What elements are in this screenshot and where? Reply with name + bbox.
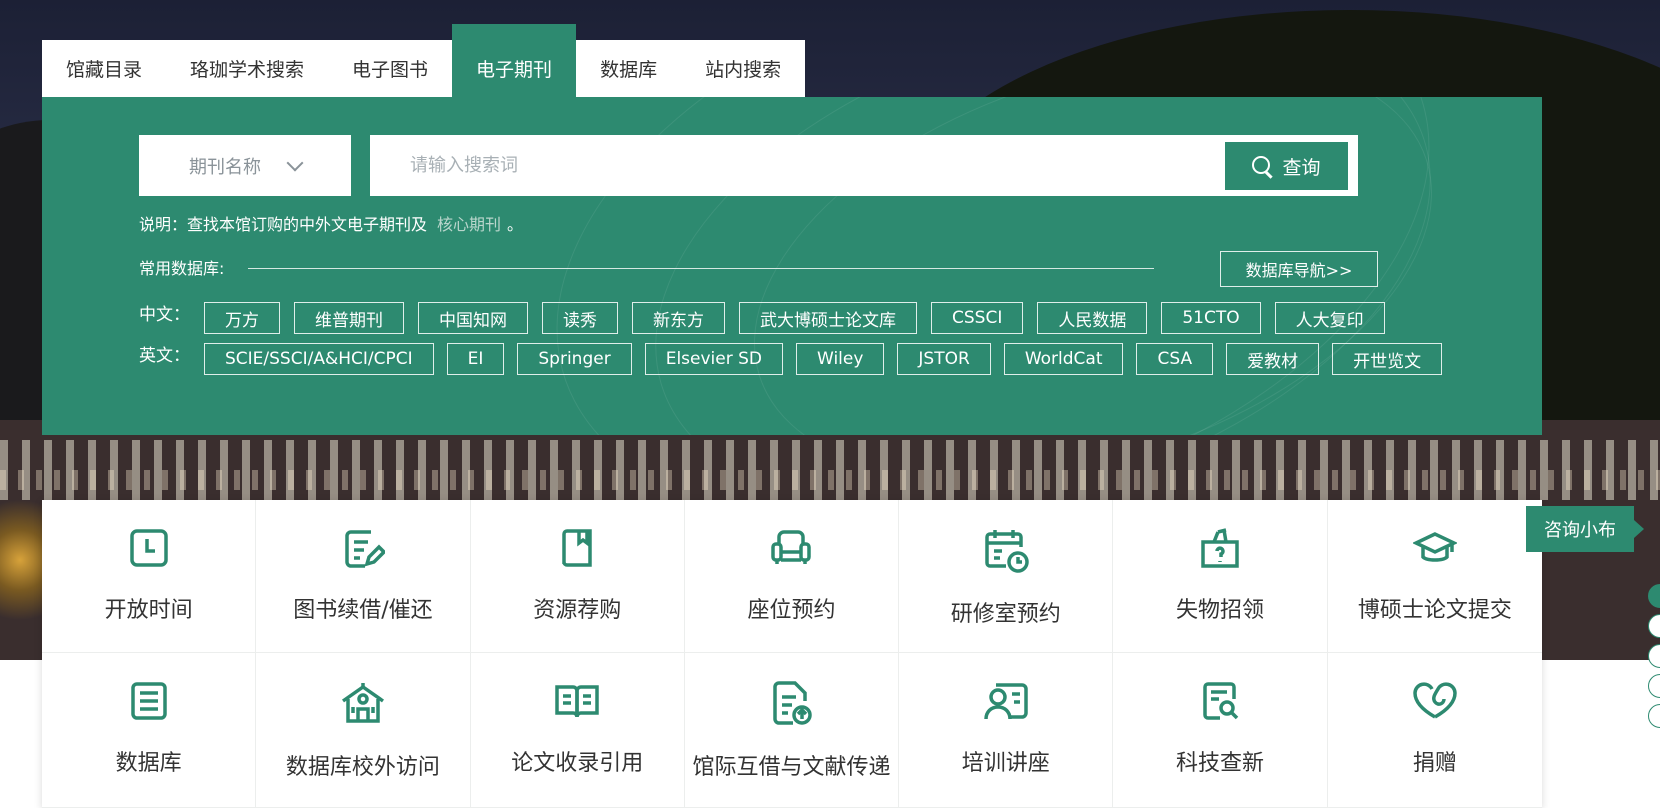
- search-icon: [1252, 156, 1272, 176]
- db-chip-duxiu[interactable]: 读秀: [542, 302, 618, 334]
- db-chip-people-data[interactable]: 人民数据: [1037, 302, 1148, 334]
- chinese-database-list: 万方 维普期刊 中国知网 读秀 新东方 武大博硕士论文库 CSSCI 人民数据 …: [204, 302, 1385, 334]
- side-nav-dot[interactable]: [1648, 584, 1660, 608]
- chevron-down-icon: [286, 154, 304, 171]
- service-resource-recommend[interactable]: 资源荐购: [470, 500, 685, 653]
- db-chip-cnki[interactable]: 中国知网: [418, 302, 528, 334]
- db-chip-cssci[interactable]: CSSCI: [931, 302, 1024, 334]
- calendar-clock-icon: [985, 530, 1029, 573]
- english-row-label: 英文：: [139, 346, 190, 366]
- db-chip-aijiaocai[interactable]: 爱教材: [1226, 343, 1320, 375]
- database-navigation-button[interactable]: 数据库导航>>: [1220, 251, 1378, 287]
- service-label: 论文收录引用: [511, 751, 644, 776]
- book-icon: [562, 529, 592, 567]
- db-chip-ruc-reprints[interactable]: 人大复印: [1274, 302, 1385, 334]
- db-chip-new-oriental[interactable]: 新东方: [632, 302, 725, 334]
- service-label: 座位预约: [747, 598, 836, 623]
- open-book-icon: [555, 685, 599, 718]
- service-lost-and-found[interactable]: 失物招领: [1113, 500, 1328, 653]
- database-doc-icon: [130, 682, 167, 720]
- db-chip-wanfang[interactable]: 万方: [204, 302, 280, 334]
- db-chip-wos[interactable]: SCIE/SSCI/A&HCI/CPCI: [204, 343, 434, 375]
- search-button-label: 查询: [1282, 156, 1321, 179]
- service-database[interactable]: 数据库: [42, 653, 257, 808]
- side-nav-dot[interactable]: [1648, 674, 1660, 698]
- search-button[interactable]: 查询: [1225, 142, 1348, 190]
- search-panel: 期刊名称 查询 说明：查找本馆订购的中外文电子期刊及核心期刊。 常用数据库: 数…: [42, 97, 1542, 435]
- side-nav-dot[interactable]: [1648, 614, 1660, 638]
- db-chip-worldcat[interactable]: WorldCat: [1003, 343, 1124, 375]
- service-label: 捐赠: [1412, 751, 1457, 776]
- side-float-nav: [1648, 584, 1660, 734]
- db-chip-51cto[interactable]: 51CTO: [1161, 302, 1261, 334]
- core-journals-link[interactable]: 核心期刊: [437, 215, 501, 234]
- service-novelty-search[interactable]: 科技查新: [1113, 653, 1328, 808]
- db-chip-kaishi[interactable]: 开世览文: [1332, 343, 1443, 375]
- document-upload-icon: [773, 681, 813, 725]
- search-document-icon: [1203, 682, 1239, 720]
- service-label: 研修室预约: [950, 602, 1061, 627]
- search-tabs: 馆藏目录 珞珈学术搜索 电子图书 电子期刊 数据库 站内搜索: [42, 24, 806, 97]
- db-chip-springer[interactable]: Springer: [517, 343, 632, 375]
- service-offcampus-access[interactable]: 数据库校外访问: [256, 653, 471, 808]
- lost-found-box-icon: [1201, 528, 1239, 568]
- renew-edit-icon: [345, 530, 385, 568]
- service-opening-hours[interactable]: 开放时间: [42, 500, 257, 653]
- service-label: 资源荐购: [533, 598, 622, 623]
- tab-site-search[interactable]: 站内搜索: [681, 40, 805, 97]
- note-text: 说明：查找本馆订购的中外文电子期刊及: [139, 215, 428, 234]
- service-interlibrary-loan[interactable]: 馆际互借与文献传递: [684, 653, 900, 808]
- tab-ejournals[interactable]: 电子期刊: [452, 24, 577, 97]
- building-icon: [341, 683, 384, 723]
- services-grid: 开放时间 图书续借/催还 资源荐购 座位预约 研修室预约 失物招领 博硕士论文提…: [42, 500, 1542, 808]
- db-chip-csa[interactable]: CSA: [1136, 343, 1214, 375]
- db-chip-vip[interactable]: 维普期刊: [294, 302, 404, 334]
- service-label: 科技查新: [1176, 751, 1265, 776]
- db-chip-jstor[interactable]: JSTOR: [897, 343, 991, 375]
- db-chip-ei[interactable]: EI: [446, 343, 505, 375]
- graduation-cap-icon: [1412, 532, 1457, 562]
- service-label: 失物招领: [1176, 598, 1265, 623]
- chinese-row-label: 中文：: [139, 305, 190, 325]
- service-label: 博硕士论文提交: [1357, 598, 1512, 623]
- common-databases-label: 常用数据库:: [139, 259, 225, 278]
- service-study-room-booking[interactable]: 研修室预约: [899, 500, 1114, 653]
- side-nav-dot[interactable]: [1648, 704, 1660, 728]
- service-renew-books[interactable]: 图书续借/催还: [256, 500, 471, 653]
- english-database-list: SCIE/SSCI/A&HCI/CPCI EI Springer Elsevie…: [204, 343, 1443, 375]
- search-note: 说明：查找本馆订购的中外文电子期刊及 核心期刊。: [139, 211, 523, 235]
- note-suffix: 。: [507, 215, 524, 234]
- search-field-select[interactable]: 期刊名称: [139, 135, 351, 196]
- service-label: 开放时间: [104, 598, 193, 623]
- service-label: 数据库校外访问: [285, 755, 440, 780]
- tab-databases[interactable]: 数据库: [576, 40, 681, 97]
- service-label: 培训讲座: [961, 751, 1050, 776]
- clock-icon: [129, 529, 168, 567]
- search-input[interactable]: [370, 135, 1210, 196]
- service-training[interactable]: 培训讲座: [899, 653, 1114, 808]
- db-chip-whu-theses[interactable]: 武大博硕士论文库: [739, 302, 917, 334]
- search-box: 查询: [370, 135, 1358, 196]
- service-thesis-submission[interactable]: 博硕士论文提交: [1327, 500, 1542, 653]
- tab-catalog[interactable]: 馆藏目录: [42, 40, 166, 97]
- heart-icon: [1413, 682, 1457, 719]
- db-chip-wiley[interactable]: Wiley: [796, 343, 885, 375]
- lecturer-icon: [984, 683, 1028, 720]
- consult-button[interactable]: 咨询小布: [1526, 506, 1644, 552]
- search-field-value: 期刊名称: [189, 156, 261, 178]
- service-label: 馆际互借与文献传递: [692, 755, 891, 780]
- background-window-lights: [0, 470, 1660, 490]
- service-label: 图书续借/催还: [293, 598, 433, 623]
- seat-icon: [771, 530, 812, 564]
- side-nav-dot[interactable]: [1648, 644, 1660, 668]
- service-donation[interactable]: 捐赠: [1327, 653, 1542, 808]
- db-chip-elsevier[interactable]: Elsevier SD: [644, 343, 784, 375]
- divider: [248, 268, 1154, 269]
- service-label: 数据库: [115, 751, 182, 776]
- tab-luojia-academic-search[interactable]: 珞珈学术搜索: [166, 40, 328, 97]
- service-seat-booking[interactable]: 座位预约: [684, 500, 900, 653]
- service-citation[interactable]: 论文收录引用: [470, 653, 685, 808]
- tab-ebooks[interactable]: 电子图书: [328, 40, 452, 97]
